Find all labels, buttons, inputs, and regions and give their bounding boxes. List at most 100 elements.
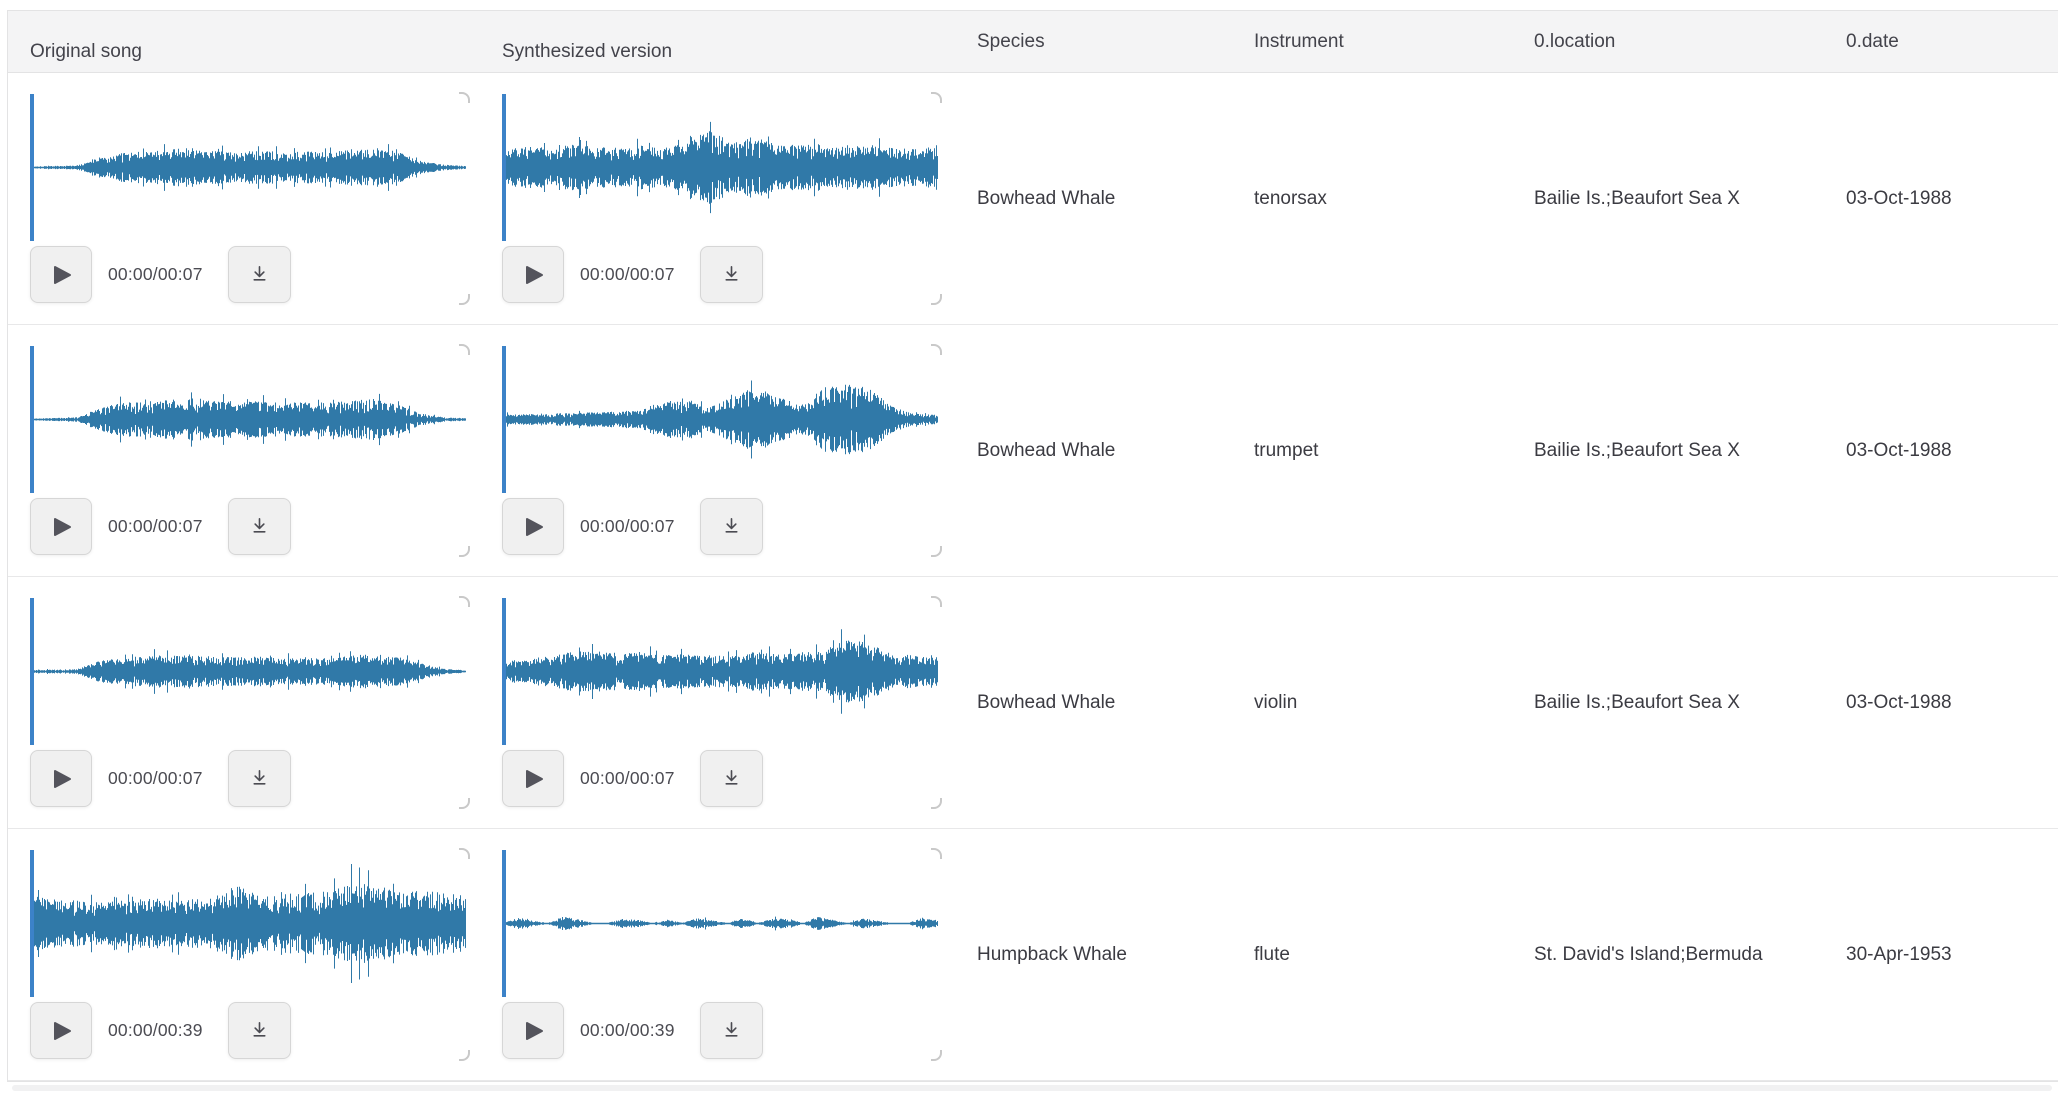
audio-controls: 00:00/00:07 [502, 498, 938, 555]
playhead-cursor [502, 94, 506, 241]
audio-player-original: 00:00/00:07 [30, 598, 466, 807]
playhead-cursor [30, 346, 34, 493]
waveform[interactable] [30, 94, 466, 241]
play-icon [53, 1021, 72, 1041]
download-button[interactable] [700, 498, 763, 555]
songs-table: Original song Synthesized version Specie… [7, 10, 2058, 1082]
time-display: 00:00/00:07 [108, 516, 225, 537]
audio-player-synthesized: 00:00/00:07 [502, 598, 938, 807]
download-icon [720, 767, 743, 790]
corner-bracket-icon [459, 546, 470, 557]
download-button[interactable] [228, 750, 291, 807]
time-display: 00:00/00:07 [580, 264, 697, 285]
download-button[interactable] [700, 246, 763, 303]
column-header-original-song: Original song [8, 11, 484, 72]
table-row: 00:00/00:07 00:00/00:07 Bowhead [8, 577, 2058, 829]
corner-bracket-icon [459, 798, 470, 809]
download-button[interactable] [228, 246, 291, 303]
table-header: Original song Synthesized version Specie… [8, 11, 2058, 73]
column-header-instrument: Instrument [1238, 11, 1518, 72]
download-button[interactable] [700, 1002, 763, 1059]
play-button[interactable] [502, 498, 564, 555]
waveform-svg [502, 94, 938, 241]
play-icon [525, 769, 544, 789]
waveform[interactable] [502, 598, 938, 745]
time-display: 00:00/00:07 [108, 264, 225, 285]
play-icon [525, 265, 544, 285]
audio-controls: 00:00/00:39 [502, 1002, 938, 1059]
play-icon [53, 265, 72, 285]
date-cell: 03-Oct-1988 [1830, 73, 2058, 324]
play-icon [53, 769, 72, 789]
audio-player-original: 00:00/00:07 [30, 346, 466, 555]
location-cell: St. David's Island;Bermuda [1518, 829, 1830, 1080]
play-button[interactable] [30, 1002, 92, 1059]
location-cell: Bailie Is.;Beaufort Sea X [1518, 577, 1830, 828]
download-button[interactable] [700, 750, 763, 807]
download-button[interactable] [228, 1002, 291, 1059]
audio-controls: 00:00/00:07 [502, 750, 938, 807]
corner-bracket-icon [931, 294, 942, 305]
audio-player-synthesized: 00:00/00:39 [502, 850, 938, 1059]
play-icon [525, 1021, 544, 1041]
species-cell: Bowhead Whale [961, 73, 1238, 324]
audio-controls: 00:00/00:07 [30, 750, 466, 807]
waveform-svg [30, 598, 466, 745]
time-display: 00:00/00:07 [580, 516, 697, 537]
download-icon [248, 263, 271, 286]
location-cell: Bailie Is.;Beaufort Sea X [1518, 325, 1830, 576]
table-row: 00:00/00:07 00:00/00:07 Bowhead [8, 73, 2058, 325]
playhead-cursor [30, 850, 34, 997]
audio-player-synthesized: 00:00/00:07 [502, 94, 938, 303]
playhead-cursor [30, 94, 34, 241]
waveform[interactable] [502, 94, 938, 241]
waveform[interactable] [30, 850, 466, 997]
instrument-cell: flute [1238, 829, 1518, 1080]
waveform-svg [30, 94, 466, 241]
corner-bracket-icon [459, 294, 470, 305]
audio-controls: 00:00/00:39 [30, 1002, 466, 1059]
download-icon [248, 515, 271, 538]
play-button[interactable] [502, 750, 564, 807]
species-cell: Humpback Whale [961, 829, 1238, 1080]
horizontal-scrollbar[interactable] [12, 1085, 2052, 1091]
audio-controls: 00:00/00:07 [30, 246, 466, 303]
audio-player-original: 00:00/00:39 [30, 850, 466, 1059]
play-button[interactable] [30, 246, 92, 303]
audio-controls: 00:00/00:07 [502, 246, 938, 303]
original-song-cell: 00:00/00:07 [8, 73, 484, 324]
download-icon [248, 1019, 271, 1042]
species-cell: Bowhead Whale [961, 577, 1238, 828]
column-header-synthesized-version: Synthesized version [484, 11, 961, 72]
play-button[interactable] [502, 246, 564, 303]
waveform-svg [30, 346, 466, 493]
playhead-cursor [502, 346, 506, 493]
original-song-cell: 00:00/00:39 [8, 829, 484, 1080]
waveform-svg [502, 598, 938, 745]
synthesized-version-cell: 00:00/00:07 [484, 325, 961, 576]
original-song-cell: 00:00/00:07 [8, 325, 484, 576]
corner-bracket-icon [931, 1050, 942, 1061]
waveform[interactable] [30, 346, 466, 493]
column-header-species: Species [961, 11, 1238, 72]
playhead-cursor [502, 598, 506, 745]
download-button[interactable] [228, 498, 291, 555]
audio-controls: 00:00/00:07 [30, 498, 466, 555]
play-button[interactable] [502, 1002, 564, 1059]
waveform[interactable] [30, 598, 466, 745]
playhead-cursor [502, 850, 506, 997]
play-button[interactable] [30, 750, 92, 807]
waveform-svg [30, 850, 466, 997]
play-button[interactable] [30, 498, 92, 555]
play-icon [53, 517, 72, 537]
location-cell: Bailie Is.;Beaufort Sea X [1518, 73, 1830, 324]
column-header-date: 0.date [1830, 11, 2058, 72]
waveform[interactable] [502, 850, 938, 997]
synthesized-version-cell: 00:00/00:07 [484, 73, 961, 324]
waveform[interactable] [502, 346, 938, 493]
download-icon [248, 767, 271, 790]
species-cell: Bowhead Whale [961, 325, 1238, 576]
audio-player-original: 00:00/00:07 [30, 94, 466, 303]
playhead-cursor [30, 598, 34, 745]
waveform-svg [502, 850, 938, 997]
